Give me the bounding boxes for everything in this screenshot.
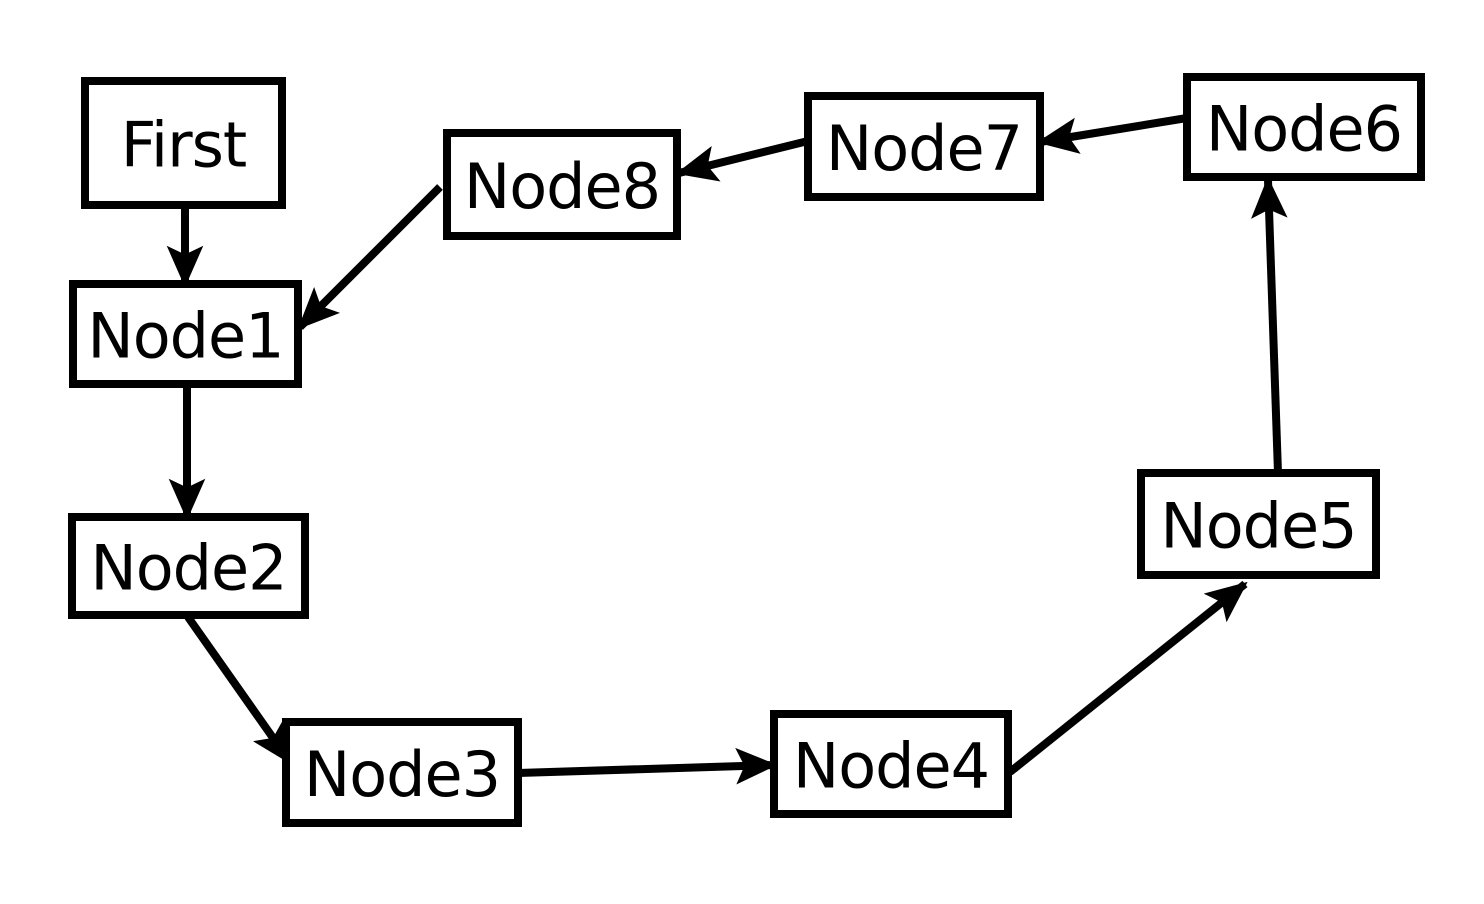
nodes-layer: First Node1 Node2 Node3 Node4 Node5 Node6 Node7…	[68, 73, 1425, 827]
edges-layer	[166, 114, 1288, 785]
node-node8[interactable]: Node8	[443, 129, 681, 240]
node-label-node2: Node2	[90, 532, 286, 605]
edge-node6-to-node7	[1036, 114, 1188, 154]
node-node5[interactable]: Node5	[1137, 469, 1380, 579]
node-label-first: First	[121, 109, 246, 182]
node-label-node1: Node1	[87, 300, 283, 373]
node-label-node6: Node6	[1206, 93, 1402, 166]
node-label-node8: Node8	[464, 150, 660, 223]
node-node1[interactable]: Node1	[69, 280, 302, 388]
node-node6[interactable]: Node6	[1183, 73, 1425, 181]
node-label-node7: Node7	[826, 112, 1022, 185]
node-node4[interactable]: Node4	[770, 710, 1012, 818]
node-label-node3: Node3	[304, 738, 500, 811]
edge-node2-to-node3	[184, 614, 294, 765]
edge-node4-to-node5	[1007, 580, 1248, 776]
node-label-node4: Node4	[793, 730, 989, 803]
node-node2[interactable]: Node2	[68, 513, 309, 619]
edge-node3-to-node4	[517, 747, 778, 785]
edge-node8-to-node1	[297, 184, 443, 330]
node-label-node5: Node5	[1160, 490, 1356, 563]
node-first[interactable]: First	[81, 77, 286, 209]
flowchart-svg: First Node1 Node2 Node3 Node4 Node5 Node6 Node7…	[68, 73, 1425, 827]
node-node7[interactable]: Node7	[804, 92, 1044, 201]
node-node3[interactable]: Node3	[282, 718, 522, 827]
diagram-canvas: First Node1 Node2 Node3 Node4 Node5 Node6 Node7…	[0, 0, 1484, 904]
edge-node5-to-node6	[1251, 176, 1288, 474]
edge-node7-to-node8	[675, 137, 809, 182]
